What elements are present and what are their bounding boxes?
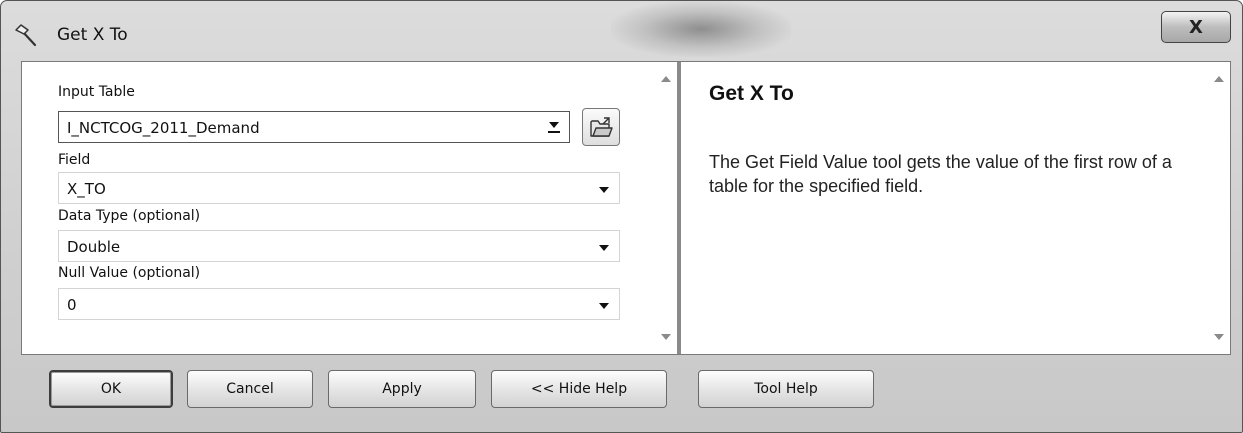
help-title: Get X To <box>709 82 794 105</box>
title-bar[interactable]: Get X To X <box>1 1 1242 61</box>
scroll-down-icon[interactable] <box>1214 334 1224 340</box>
null-value-combo[interactable]: 0 <box>58 288 620 320</box>
input-table-combo[interactable]: I_NCTCOG_2011_Demand <box>58 111 570 143</box>
help-description: The Get Field Value tool gets the value … <box>709 152 1172 196</box>
chevron-down-icon <box>599 303 609 309</box>
field-value: X_TO <box>67 180 106 198</box>
ok-button[interactable]: OK <box>49 370 173 408</box>
hide-help-button[interactable]: << Hide Help <box>491 370 667 408</box>
help-scrollbar[interactable] <box>1210 62 1228 354</box>
close-button[interactable]: X <box>1161 11 1231 43</box>
null-value-label: Null Value (optional) <box>58 265 201 281</box>
field-label: Field <box>58 152 91 168</box>
scroll-down-icon[interactable] <box>661 334 671 340</box>
input-table-value: I_NCTCOG_2011_Demand <box>67 119 260 137</box>
open-folder-icon <box>590 117 613 137</box>
tool-help-button[interactable]: Tool Help <box>698 370 874 408</box>
input-table-label: Input Table <box>58 84 135 100</box>
parameters-scrollbar[interactable] <box>657 62 675 354</box>
data-type-label: Data Type (optional) <box>58 208 201 224</box>
scroll-up-icon[interactable] <box>661 76 671 82</box>
data-type-value: Double <box>67 238 121 256</box>
title-bar-glass-reflection <box>611 1 791 57</box>
browse-button[interactable] <box>582 108 620 146</box>
chevron-down-icon <box>599 245 609 251</box>
apply-button[interactable]: Apply <box>328 370 476 408</box>
parameters-pane: Input Table I_NCTCOG_2011_Demand Field X… <box>22 62 677 354</box>
chevron-down-icon[interactable] <box>541 114 567 140</box>
window-title: Get X To <box>57 25 128 45</box>
cancel-button[interactable]: Cancel <box>187 370 313 408</box>
data-type-combo[interactable]: Double <box>58 230 620 262</box>
close-icon: X <box>1189 16 1203 38</box>
hammer-icon <box>15 24 37 47</box>
scroll-up-icon[interactable] <box>1214 76 1224 82</box>
help-pane: Get X To The Get Field Value tool gets t… <box>681 62 1230 354</box>
content-frame: Input Table I_NCTCOG_2011_Demand Field X… <box>21 61 1231 355</box>
null-value-value: 0 <box>67 296 77 314</box>
chevron-down-icon <box>599 187 609 193</box>
field-combo[interactable]: X_TO <box>58 172 620 204</box>
tool-dialog-window: Get X To X Input Table I_NCTCOG_2011_Dem… <box>0 0 1243 433</box>
